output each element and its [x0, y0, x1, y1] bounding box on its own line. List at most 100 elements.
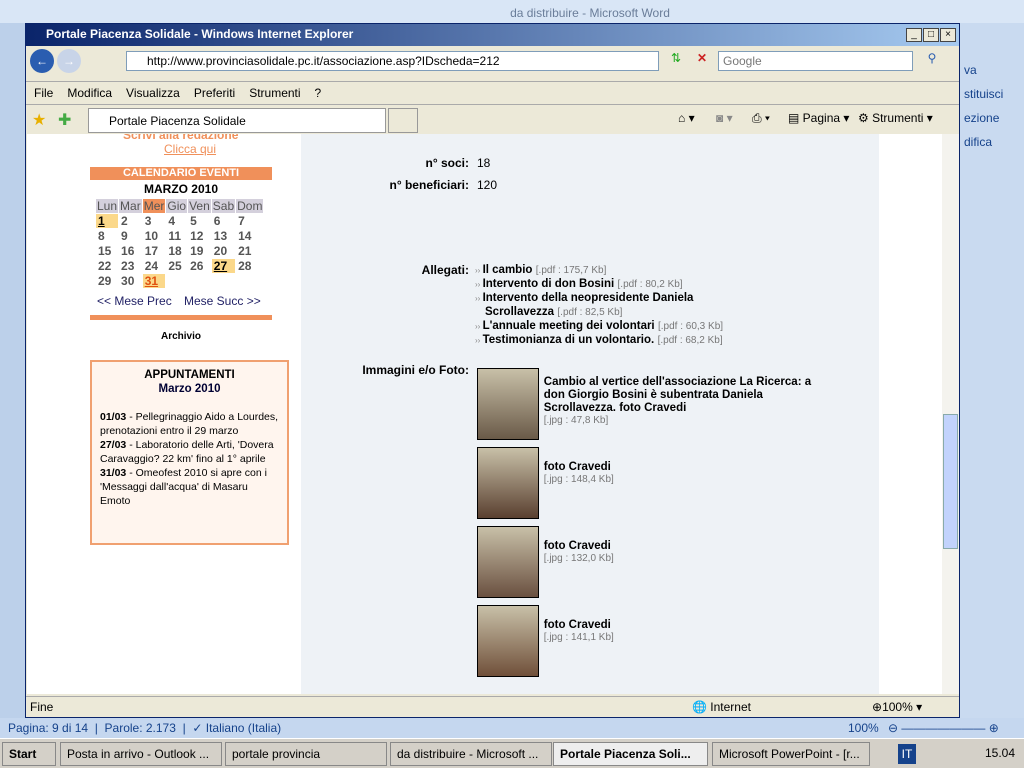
ribbon-item[interactable]: ezione — [964, 106, 1024, 130]
taskbar-item[interactable]: Microsoft PowerPoint - [r... — [712, 742, 870, 766]
search-icon[interactable]: ⚲ — [919, 51, 945, 71]
appointments-month: Marzo 2010 — [158, 383, 221, 395]
calendar-day[interactable]: 21 — [236, 244, 263, 258]
image-caption[interactable]: Cambio al vertice dell'associazione La R… — [544, 376, 817, 415]
attachment-link[interactable]: Testimonianza di un volontario. — [483, 334, 655, 346]
stop-icon[interactable]: ✕ — [692, 51, 712, 71]
calendar-day[interactable]: 30 — [119, 274, 142, 288]
page-menu[interactable]: ▤ Pagina ▾ — [788, 111, 849, 125]
ribbon-item[interactable]: va — [964, 58, 1024, 82]
calendar-day[interactable]: 4 — [166, 214, 187, 228]
language[interactable]: Italiano (Italia) — [206, 721, 281, 735]
calendar-day[interactable]: 1 — [96, 214, 119, 228]
calendar-day[interactable]: 14 — [236, 229, 263, 243]
tab-portale[interactable]: Portale Piacenza Solidale — [88, 108, 386, 133]
prev-month-link[interactable]: << Mese Prec — [97, 294, 172, 308]
attachment-item[interactable]: ›› Testimonianza di un volontario. [.pdf… — [475, 333, 765, 347]
calendar-day[interactable]: 3 — [143, 214, 166, 228]
image-caption[interactable]: foto Cravedi — [544, 540, 817, 553]
calendar-day[interactable]: 28 — [236, 259, 263, 273]
home-icon[interactable]: ⌂ ▾ — [678, 111, 695, 125]
search-input[interactable]: Google — [718, 51, 913, 71]
photo-thumbnail[interactable] — [477, 447, 539, 519]
forward-icon[interactable]: → — [57, 49, 81, 73]
language-indicator[interactable]: IT — [898, 744, 916, 764]
favorites-star-icon[interactable]: ★ — [32, 110, 46, 130]
menu-file[interactable]: File — [34, 86, 53, 100]
archive-link[interactable]: Archivio — [90, 331, 272, 342]
calendar-day[interactable]: 23 — [119, 259, 142, 273]
taskbar-item[interactable]: da distribuire - Microsoft ... — [390, 742, 552, 766]
calendar-day[interactable]: 25 — [166, 259, 187, 273]
calendar-day[interactable]: 24 — [143, 259, 166, 273]
appointment-item[interactable]: 01/03 - Pellegrinaggio Aido a Lourdes, p… — [100, 410, 279, 438]
zoom-control[interactable]: ⊕100% ▾ — [872, 700, 922, 714]
maximize-button[interactable]: □ — [923, 28, 939, 42]
ribbon-item[interactable]: stituisci — [964, 82, 1024, 106]
minimize-button[interactable]: _ — [906, 28, 922, 42]
photo-thumbnail[interactable] — [477, 526, 539, 598]
photo-thumbnail[interactable] — [477, 368, 539, 440]
attachment-item[interactable]: ›› Intervento della neopresidente Daniel… — [475, 291, 765, 319]
taskbar-item-active[interactable]: Portale Piacenza Soli... — [553, 742, 708, 766]
address-bar[interactable]: http://www.provinciasolidale.pc.it/assoc… — [126, 51, 659, 71]
zoom-slider[interactable]: ⊖ ——————— ⊕ — [888, 721, 999, 735]
calendar-day[interactable]: 11 — [166, 229, 187, 243]
appointment-item[interactable]: 27/03 - Laboratorio delle Arti, 'Dovera … — [100, 438, 279, 466]
calendar-day[interactable]: 6 — [212, 214, 235, 228]
calendar-day[interactable]: 7 — [236, 214, 263, 228]
image-caption[interactable]: foto Cravedi — [544, 461, 817, 474]
attachment-link[interactable]: Intervento di don Bosini — [483, 278, 615, 290]
next-month-link[interactable]: Mese Succ >> — [184, 294, 261, 308]
menu-strumenti[interactable]: Strumenti — [249, 86, 300, 100]
vertical-scrollbar[interactable] — [942, 134, 959, 694]
calendar-day[interactable]: 29 — [96, 274, 118, 288]
back-icon[interactable]: ← — [30, 49, 54, 73]
photo-thumbnail[interactable] — [477, 605, 539, 677]
menu-visualizza[interactable]: Visualizza — [126, 86, 180, 100]
attachment-item[interactable]: ›› L'annuale meeting dei volontari [.pdf… — [475, 319, 765, 333]
calendar-day[interactable]: 10 — [143, 229, 166, 243]
new-tab-button[interactable] — [388, 108, 418, 133]
calendar-day[interactable]: 18 — [166, 244, 187, 258]
calendar-day[interactable]: 8 — [96, 229, 118, 243]
calendar-day[interactable]: 19 — [188, 244, 211, 258]
calendar-day[interactable]: 13 — [212, 229, 235, 243]
word-zoom[interactable]: 100% — [848, 721, 879, 735]
attachment-link[interactable]: L'annuale meeting dei volontari — [483, 320, 655, 332]
close-button[interactable]: × — [940, 28, 956, 42]
taskbar-item[interactable]: Posta in arrivo - Outlook ... — [60, 742, 222, 766]
calendar-day[interactable]: 15 — [96, 244, 118, 258]
refresh-icon[interactable]: ⇅ — [666, 51, 686, 71]
calendar-day[interactable]: 26 — [188, 259, 211, 273]
image-caption[interactable]: foto Cravedi — [544, 619, 817, 632]
menu-help[interactable]: ? — [315, 86, 322, 100]
click-here-link[interactable]: Clicca qui — [164, 142, 216, 156]
attachment-item[interactable]: ›› Il cambio [.pdf : 175,7 Kb] — [475, 263, 765, 277]
calendar-day[interactable]: 12 — [188, 229, 211, 243]
calendar-day[interactable]: 27 — [211, 259, 236, 273]
appointment-text: - Laboratorio delle Arti, 'Dovera Carava… — [100, 439, 274, 465]
taskbar-item[interactable]: portale provincia — [225, 742, 387, 766]
calendar-day[interactable]: 5 — [188, 214, 211, 228]
print-icon[interactable]: ⎙ ▾ — [752, 111, 770, 126]
calendar-day[interactable]: 31 — [142, 274, 166, 288]
calendar-day[interactable]: 16 — [119, 244, 142, 258]
scroll-thumb[interactable] — [943, 414, 958, 549]
menu-modifica[interactable]: Modifica — [67, 86, 112, 100]
calendar-day[interactable]: 9 — [119, 229, 142, 243]
word-ruler — [0, 23, 25, 718]
calendar-day[interactable]: 22 — [96, 259, 118, 273]
tools-menu[interactable]: ⚙ Strumenti ▾ — [858, 111, 933, 125]
attachment-link[interactable]: Il cambio — [483, 264, 533, 276]
calendar-day[interactable]: 2 — [119, 214, 142, 228]
calendar-day[interactable]: 17 — [143, 244, 166, 258]
write-editor-link[interactable]: Scrivi alla redazione — [123, 134, 238, 142]
menu-preferiti[interactable]: Preferiti — [194, 86, 235, 100]
calendar-day[interactable]: 20 — [212, 244, 235, 258]
attachment-item[interactable]: ›› Intervento di don Bosini [.pdf : 80,2… — [475, 277, 765, 291]
feed-icon[interactable]: ◙ ▾ — [716, 111, 733, 125]
start-button[interactable]: Start — [2, 742, 56, 766]
appointment-item[interactable]: 31/03 - Omeofest 2010 si apre con i 'Mes… — [100, 466, 279, 508]
add-favorite-icon[interactable]: ✚ — [58, 110, 71, 130]
